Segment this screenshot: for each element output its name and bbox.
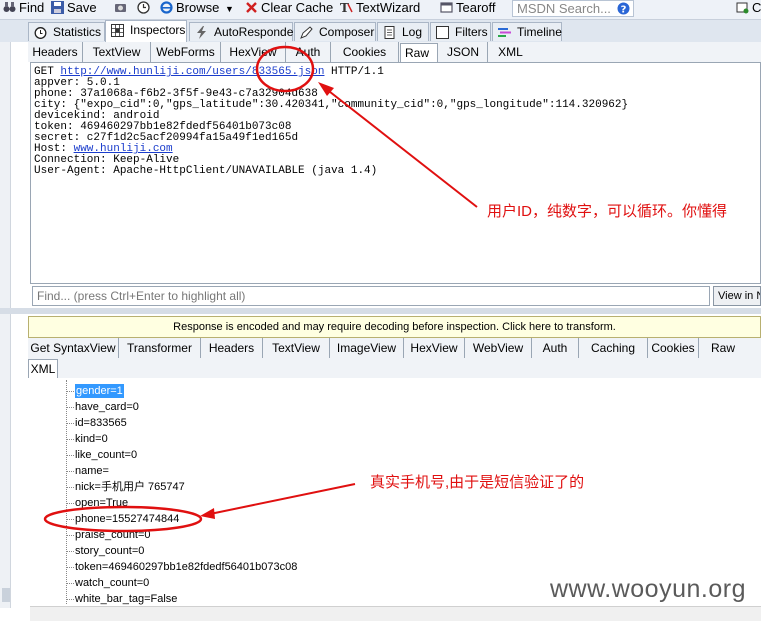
phone-arrowhead [200,508,215,519]
phone-annotation-text: 真实手机号,由于是短信验证了的 [370,474,585,491]
annotation-overlay [43,45,478,533]
user-id-annotation-text: 用户ID，纯数字，可以循环。你懂得 [487,203,728,220]
watermark: www.wooyun.org [550,575,746,603]
phone-circle-annotation [43,505,203,533]
phone-arrow-annotation [209,483,356,515]
user-id-circle-annotation [255,45,315,93]
user-id-arrow-annotation [324,87,478,208]
